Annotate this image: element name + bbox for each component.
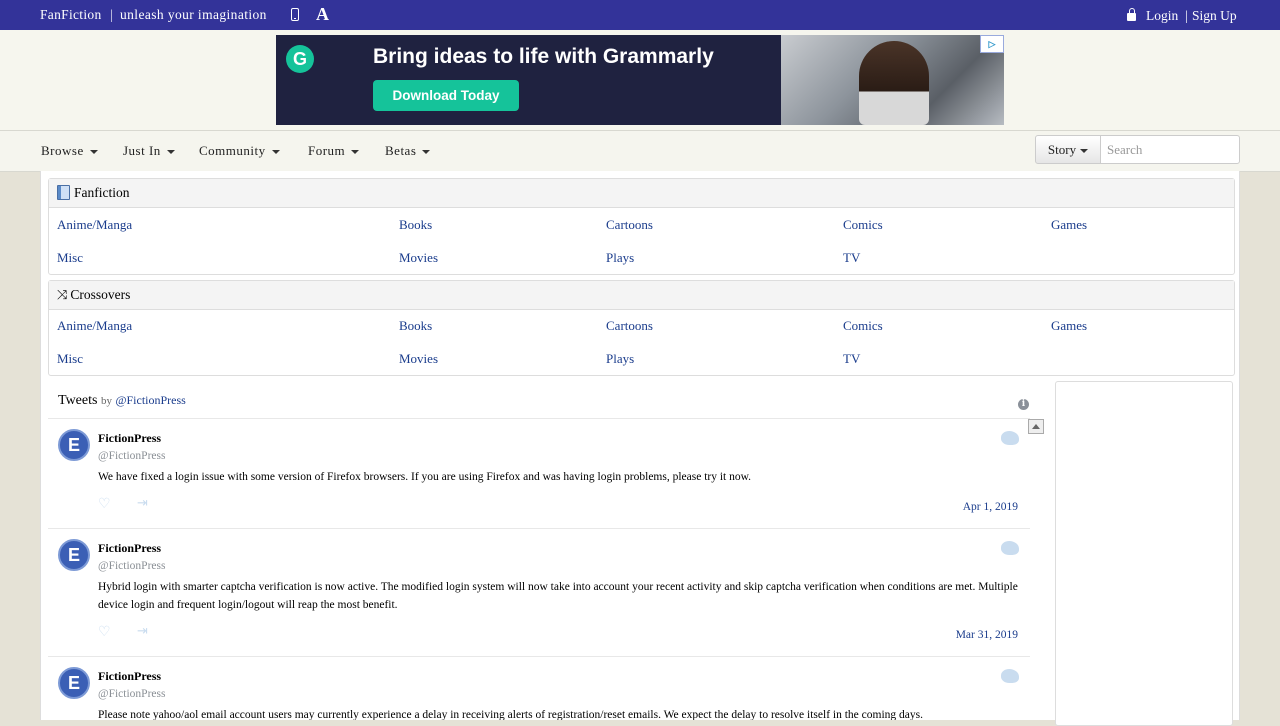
ad-band: G Bring ideas to life with Grammarly Dow… bbox=[0, 30, 1280, 131]
top-bar: FanFiction | unleash your imagination A … bbox=[0, 0, 1280, 30]
crossover-category-link[interactable]: Plays bbox=[606, 351, 634, 367]
timeline-title: Tweets bbox=[58, 393, 98, 408]
timeline-header: Tweets by @FictionPress bbox=[58, 393, 186, 409]
nav-community[interactable]: Community bbox=[199, 143, 280, 159]
auth-separator: | bbox=[1185, 8, 1188, 23]
brand-separator: | bbox=[110, 7, 113, 22]
timeline-by: by bbox=[100, 395, 112, 407]
ad-photo bbox=[781, 35, 1004, 125]
tweet-item[interactable]: E FictionPress @FictionPress Please note… bbox=[48, 657, 1030, 720]
search-type-label: Story bbox=[1047, 142, 1077, 157]
nav-forum-label: Forum bbox=[308, 143, 346, 158]
caret-down-icon bbox=[166, 150, 175, 155]
nav-betas[interactable]: Betas bbox=[385, 143, 431, 159]
ad-headline: Bring ideas to life with Grammarly bbox=[373, 45, 714, 68]
tweet-text: We have fixed a login issue with some ve… bbox=[98, 471, 752, 483]
shuffle-icon: ⤨ bbox=[57, 288, 68, 303]
login-link[interactable]: Login bbox=[1146, 8, 1178, 24]
caret-down-icon bbox=[89, 150, 98, 155]
tweet-author-name[interactable]: FictionPress bbox=[98, 431, 161, 446]
crossover-category-link[interactable]: Games bbox=[1051, 318, 1087, 334]
ad-person-image bbox=[859, 41, 929, 125]
tweet-author-handle[interactable]: @FictionPress bbox=[98, 450, 165, 462]
twitter-bird-icon[interactable] bbox=[1001, 669, 1019, 683]
mobile-icon[interactable] bbox=[291, 8, 299, 21]
info-icon[interactable]: i bbox=[1018, 399, 1029, 410]
tweet-date-link[interactable]: Mar 31, 2019 bbox=[956, 629, 1018, 641]
fanfiction-category-link[interactable]: Books bbox=[399, 217, 432, 233]
caret-down-icon bbox=[1080, 149, 1089, 154]
nav-just-in[interactable]: Just In bbox=[123, 143, 175, 159]
tweet-text: Please note yahoo/aol email account user… bbox=[98, 709, 923, 720]
avatar[interactable]: E bbox=[58, 667, 90, 699]
crossover-category-link[interactable]: Books bbox=[399, 318, 432, 334]
site-tagline: unleash your imagination bbox=[120, 7, 267, 22]
search-type-dropdown[interactable]: Story bbox=[1035, 135, 1101, 164]
crossovers-panel-header: ⤨ Crossovers bbox=[49, 281, 1234, 310]
ad-download-button[interactable]: Download Today bbox=[373, 80, 519, 111]
fanfiction-category-link[interactable]: Games bbox=[1051, 217, 1087, 233]
timeline-account-link[interactable]: @FictionPress bbox=[115, 393, 185, 407]
main-nav: Browse Just In Community Forum Betas Sto… bbox=[0, 131, 1280, 172]
timeline-scroll-up-button[interactable] bbox=[1028, 419, 1044, 434]
fanfiction-panel: Fanfiction Anime/Manga Books Cartoons Co… bbox=[48, 178, 1235, 275]
nav-forum[interactable]: Forum bbox=[308, 143, 360, 159]
sidebar-box bbox=[1055, 381, 1233, 726]
twitter-bird-icon[interactable] bbox=[1001, 431, 1019, 445]
book-icon bbox=[57, 185, 70, 200]
crossovers-title: Crossovers bbox=[70, 287, 131, 302]
share-icon[interactable]: ⇥ bbox=[137, 624, 148, 639]
nav-browse[interactable]: Browse bbox=[41, 143, 98, 159]
twitter-timeline: Tweets by @FictionPress i E FictionPress… bbox=[48, 381, 1030, 720]
crossover-category-link[interactable]: Cartoons bbox=[606, 318, 653, 334]
twitter-bird-icon[interactable] bbox=[1001, 541, 1019, 555]
grammarly-logo-icon: G bbox=[286, 45, 314, 73]
fanfiction-category-link[interactable]: Movies bbox=[399, 250, 438, 266]
tweet-author-handle[interactable]: @FictionPress bbox=[98, 560, 165, 572]
avatar[interactable]: E bbox=[58, 539, 90, 571]
tweet-item[interactable]: E FictionPress @FictionPress Hybrid logi… bbox=[48, 529, 1030, 657]
tweet-author-name[interactable]: FictionPress bbox=[98, 541, 161, 556]
nav-browse-label: Browse bbox=[41, 143, 84, 158]
crossover-category-link[interactable]: Misc bbox=[57, 351, 83, 367]
signup-link[interactable]: Sign Up bbox=[1192, 8, 1237, 24]
fanfiction-category-link[interactable]: Anime/Manga bbox=[57, 217, 132, 233]
tweet-text: Hybrid login with smarter captcha verifi… bbox=[98, 581, 1018, 611]
crossover-category-link[interactable]: Comics bbox=[843, 318, 883, 334]
fanfiction-category-link[interactable]: TV bbox=[843, 250, 860, 266]
caret-down-icon bbox=[422, 150, 431, 155]
font-size-icon[interactable]: A bbox=[316, 4, 329, 25]
tweet-author-handle[interactable]: @FictionPress bbox=[98, 688, 165, 700]
lock-icon bbox=[1127, 8, 1136, 21]
crossover-category-link[interactable]: TV bbox=[843, 351, 860, 367]
site-brand-link[interactable]: FanFiction bbox=[40, 7, 102, 23]
crossover-category-link[interactable]: Anime/Manga bbox=[57, 318, 132, 334]
tweet-author-name[interactable]: FictionPress bbox=[98, 669, 161, 684]
nav-just-in-label: Just In bbox=[123, 143, 161, 158]
fanfiction-category-link[interactable]: Plays bbox=[606, 250, 634, 266]
grammarly-ad-banner[interactable]: G Bring ideas to life with Grammarly Dow… bbox=[276, 35, 1004, 125]
search-input[interactable] bbox=[1100, 135, 1240, 164]
adchoices-icon[interactable]: ▷ bbox=[980, 35, 1004, 53]
caret-down-icon bbox=[351, 150, 360, 155]
avatar[interactable]: E bbox=[58, 429, 90, 461]
tweet-date-link[interactable]: Apr 1, 2019 bbox=[963, 501, 1018, 513]
fanfiction-category-link[interactable]: Comics bbox=[843, 217, 883, 233]
fanfiction-category-link[interactable]: Misc bbox=[57, 250, 83, 266]
crossovers-panel: ⤨ Crossovers Anime/Manga Books Cartoons C… bbox=[48, 280, 1235, 376]
fanfiction-panel-header: Fanfiction bbox=[49, 179, 1234, 208]
tweet-item[interactable]: E FictionPress @FictionPress We have fix… bbox=[48, 419, 1030, 529]
heart-icon[interactable]: ♡ bbox=[98, 624, 111, 640]
share-icon[interactable]: ⇥ bbox=[137, 496, 148, 511]
crossover-category-link[interactable]: Movies bbox=[399, 351, 438, 367]
nav-community-label: Community bbox=[199, 143, 266, 158]
heart-icon[interactable]: ♡ bbox=[98, 496, 111, 512]
nav-betas-label: Betas bbox=[385, 143, 417, 158]
fanfiction-category-link[interactable]: Cartoons bbox=[606, 217, 653, 233]
caret-down-icon bbox=[271, 150, 280, 155]
fanfiction-title: Fanfiction bbox=[74, 185, 130, 200]
